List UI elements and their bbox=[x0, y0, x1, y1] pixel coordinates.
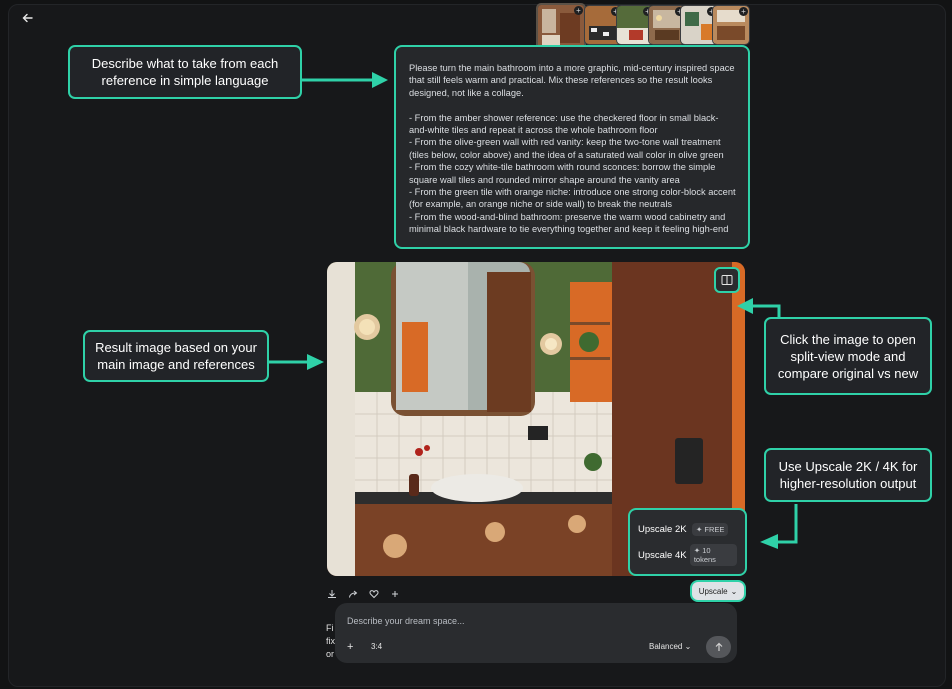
upscale-2k-option[interactable]: Upscale 2K ✦ FREE bbox=[638, 516, 737, 542]
chevron-down-icon: ⌄ bbox=[684, 642, 692, 651]
plus-icon[interactable]: + bbox=[739, 7, 748, 16]
split-view-icon bbox=[721, 275, 733, 285]
quality-mode-selector[interactable]: Balanced ⌄ bbox=[649, 642, 691, 651]
callout-split: Click the image to open split-view mode … bbox=[764, 317, 932, 395]
aspect-ratio-selector[interactable]: 3:4 bbox=[371, 642, 382, 651]
upscale-4k-option[interactable]: Upscale 4K ✦ 10 tokens bbox=[638, 542, 737, 568]
prompt-text[interactable]: Please turn the main bathroom into a mor… bbox=[394, 45, 750, 249]
add-attachment-button[interactable]: + bbox=[347, 641, 353, 653]
arrow-left-icon bbox=[760, 504, 798, 549]
back-button[interactable] bbox=[18, 8, 38, 28]
arrow-right-icon bbox=[269, 354, 324, 370]
upscale-2k-badge: ✦ FREE bbox=[692, 522, 729, 536]
split-view-button[interactable] bbox=[714, 267, 740, 293]
heart-icon[interactable] bbox=[369, 586, 379, 599]
reference-thumb-main[interactable]: + bbox=[536, 3, 586, 51]
upscale-button[interactable]: Upscale ⌄ bbox=[690, 580, 746, 602]
upscale-4k-label: Upscale 4K bbox=[638, 549, 687, 561]
plus-icon[interactable] bbox=[390, 586, 400, 597]
arrow-up-icon bbox=[715, 642, 722, 651]
reference-thumbnails: + + + + + + bbox=[532, 3, 750, 51]
composer-input[interactable]: Describe your dream space... bbox=[347, 616, 465, 626]
plus-icon[interactable]: + bbox=[574, 6, 583, 15]
arrow-right-icon bbox=[302, 72, 388, 88]
callout-upscale: Use Upscale 2K / 4K for higher-resolutio… bbox=[764, 448, 932, 502]
download-icon[interactable] bbox=[327, 586, 337, 598]
composer: Describe your dream space... + 3:4 Balan… bbox=[335, 603, 737, 663]
callout-describe: Describe what to take from each referenc… bbox=[68, 45, 302, 99]
callout-result: Result image based on your main image an… bbox=[83, 330, 269, 382]
upscale-menu: Upscale 2K ✦ FREE Upscale 4K ✦ 10 tokens bbox=[628, 508, 747, 576]
chat-message-fragment: Fi fix or bbox=[326, 623, 335, 659]
upscale-button-label: Upscale bbox=[698, 586, 728, 596]
reference-thumb-6[interactable]: + bbox=[712, 5, 750, 45]
back-arrow-icon bbox=[22, 13, 33, 23]
share-icon[interactable] bbox=[348, 586, 358, 598]
image-actions bbox=[327, 583, 400, 599]
upscale-2k-label: Upscale 2K bbox=[638, 523, 687, 535]
upscale-4k-badge: ✦ 10 tokens bbox=[689, 544, 737, 566]
send-button[interactable] bbox=[706, 636, 731, 658]
chevron-down-icon: ⌄ bbox=[730, 586, 738, 596]
